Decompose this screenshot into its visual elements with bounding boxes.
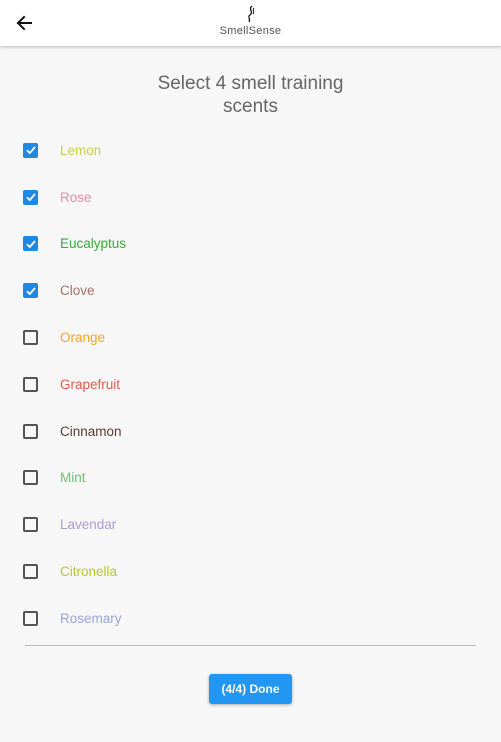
scent-option[interactable]: Orange — [0, 314, 501, 361]
scent-option[interactable]: Lemon — [0, 127, 501, 174]
scent-option[interactable]: Grapefruit — [0, 361, 501, 408]
page-title: Select 4 smell training scents — [0, 72, 501, 118]
app-bar: SmellSense — [0, 0, 501, 46]
scent-list: Lemon Rose Eucalyptus Clove Orange Grape… — [0, 127, 501, 642]
app-logo: SmellSense — [0, 5, 501, 37]
scent-option[interactable]: Rosemary — [0, 595, 501, 642]
checkbox-unchecked[interactable] — [23, 517, 38, 533]
checkbox-checked[interactable] — [23, 236, 38, 252]
scent-option[interactable]: Cinnamon — [0, 408, 501, 455]
checkbox-unchecked[interactable] — [23, 330, 38, 346]
checkbox-unchecked[interactable] — [23, 470, 38, 486]
scent-label: Cinnamon — [60, 423, 122, 439]
scent-option[interactable]: Rose — [0, 174, 501, 221]
checkmark-icon — [25, 240, 36, 249]
checkbox-unchecked[interactable] — [23, 610, 38, 626]
checkbox-unchecked[interactable] — [23, 423, 38, 439]
scent-option[interactable]: Citronella — [0, 548, 501, 595]
scent-option[interactable]: Mint — [0, 455, 501, 502]
logo-text: SmellSense — [219, 25, 282, 37]
checkbox-unchecked[interactable] — [23, 564, 38, 580]
scent-label: Rose — [60, 189, 92, 205]
checkbox-unchecked[interactable] — [23, 376, 38, 392]
checkbox-checked[interactable] — [23, 142, 38, 158]
scent-label: Lemon — [60, 142, 102, 158]
checkbox-checked[interactable] — [23, 189, 38, 205]
scent-label: Lavendar — [60, 517, 117, 533]
scent-label: Eucalyptus — [60, 236, 127, 252]
checkmark-icon — [25, 146, 36, 155]
scent-label: Clove — [60, 283, 95, 299]
scent-label: Rosemary — [60, 610, 122, 626]
scent-option[interactable]: Eucalyptus — [0, 221, 501, 268]
divider — [25, 645, 476, 646]
checkbox-checked[interactable] — [23, 283, 38, 299]
scent-label: Orange — [60, 330, 106, 346]
done-button[interactable]: (4/4) Done — [209, 674, 292, 704]
scent-label: Citronella — [60, 564, 118, 580]
title-line-1: Select 4 smell training — [157, 73, 344, 94]
checkmark-icon — [25, 287, 36, 296]
scent-label: Mint — [60, 470, 86, 486]
scent-option[interactable]: Clove — [0, 267, 501, 314]
scent-label: Grapefruit — [60, 376, 121, 392]
scent-option[interactable]: Lavendar — [0, 501, 501, 548]
title-line-2: scents — [223, 96, 278, 117]
smell-wisp-icon — [247, 5, 254, 23]
checkmark-icon — [25, 193, 36, 202]
